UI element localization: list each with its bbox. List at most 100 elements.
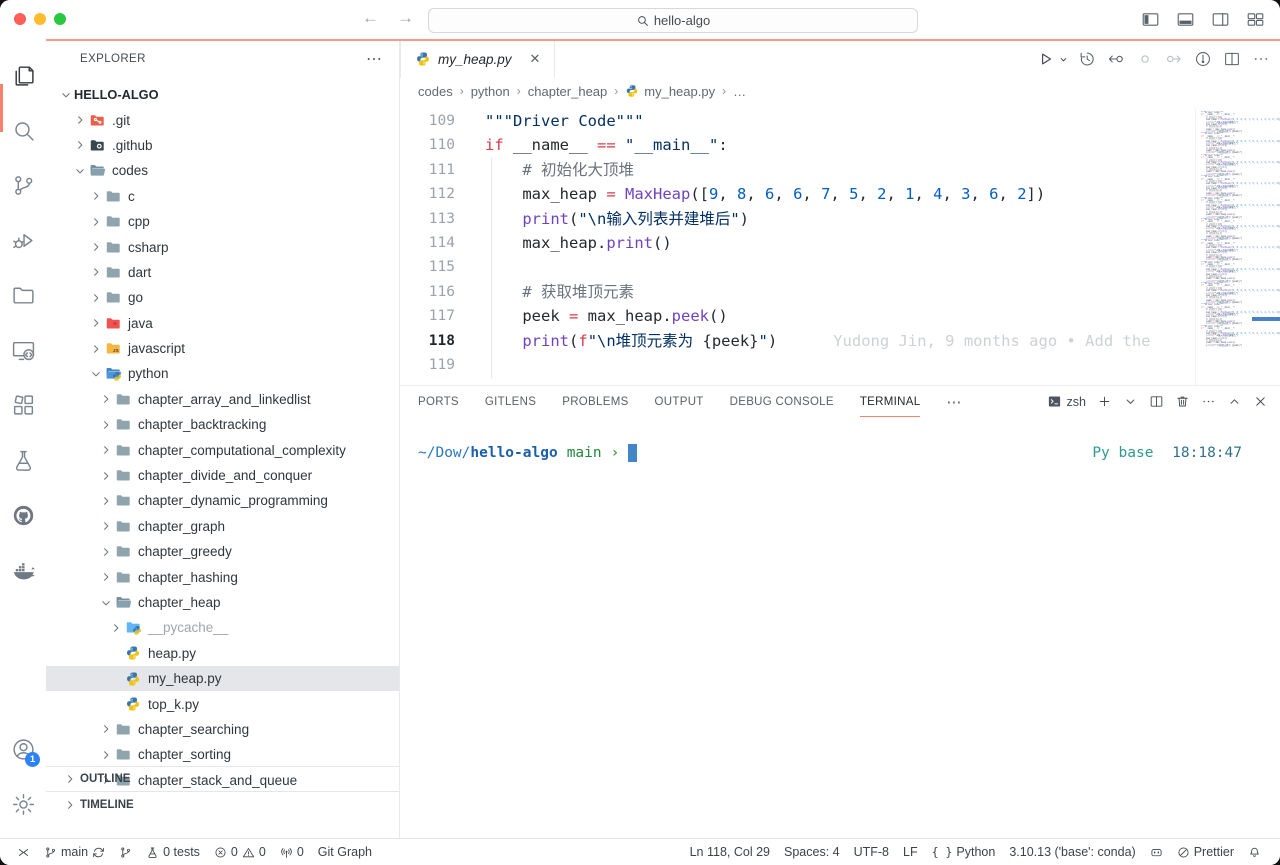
activity-bar-item-settings[interactable] xyxy=(0,777,46,832)
breadcrumb-item-chapter-heap[interactable]: chapter_heap xyxy=(528,84,608,99)
tree-item-top-k-py[interactable]: top_k.py xyxy=(46,691,399,716)
chevron-down-icon[interactable] xyxy=(1058,54,1069,65)
status-indentation[interactable]: Spaces: 4 xyxy=(777,841,847,863)
run-python-file-button[interactable] xyxy=(1035,48,1069,70)
code-line-110[interactable]: 110if __name__ == "__main__": xyxy=(400,133,1280,157)
tree-item-chapter-sorting[interactable]: chapter_sorting xyxy=(46,742,399,767)
tree-item-java[interactable]: java xyxy=(46,311,399,336)
panel-tab-problems[interactable]: PROBLEMS xyxy=(562,386,628,417)
tree-item-dart[interactable]: dart xyxy=(46,260,399,285)
code-line-119[interactable]: 119 xyxy=(400,353,1280,377)
status-branch-status[interactable]: main xyxy=(37,841,112,863)
tree-item-cpp[interactable]: cpp xyxy=(46,209,399,234)
toggle-primary-sidebar-button[interactable] xyxy=(1140,9,1161,30)
minimize-window-button[interactable] xyxy=(34,13,46,25)
gitlens-commit-graph-button[interactable] xyxy=(1192,48,1214,70)
status-language-mode[interactable]: { }Python xyxy=(925,841,1003,863)
tree-item--github[interactable]: .github xyxy=(46,133,399,158)
minimap[interactable]: """Driver Code"""if __name__ == "__main_… xyxy=(1195,109,1280,385)
tree-item-chapter-graph[interactable]: chapter_graph xyxy=(46,514,399,539)
code-line-117[interactable]: 117 peek = max_heap.peek() xyxy=(400,304,1280,328)
tree-item-root[interactable]: HELLO-ALGO xyxy=(46,82,399,107)
status-remote-indicator[interactable] xyxy=(10,841,37,863)
close-panel-button[interactable] xyxy=(1253,394,1268,409)
tree-item-go[interactable]: go xyxy=(46,285,399,310)
navigate-back-button[interactable]: ← xyxy=(362,8,379,28)
code-editor[interactable]: 109"""Driver Code"""110if __name__ == "_… xyxy=(400,104,1280,385)
activity-bar-item-search[interactable] xyxy=(0,103,46,158)
activity-bar-item-docker[interactable] xyxy=(0,543,46,598)
tree-item-javascript[interactable]: JSjavascript xyxy=(46,336,399,361)
panel-tab-output[interactable]: OUTPUT xyxy=(655,386,704,417)
tree-item-chapter-heap[interactable]: chapter_heap xyxy=(46,590,399,615)
outline-section[interactable]: OUTLINE xyxy=(46,766,399,791)
activity-bar-item-project-manager[interactable] xyxy=(0,268,46,323)
command-center-search[interactable]: hello-algo xyxy=(428,8,918,33)
toggle-secondary-sidebar-button[interactable] xyxy=(1210,9,1231,30)
tree-item-c[interactable]: c xyxy=(46,184,399,209)
code-line-115[interactable]: 115 xyxy=(400,255,1280,279)
panel-tabs-more[interactable]: ⋯ xyxy=(946,393,962,411)
activity-bar-item-source-control[interactable] xyxy=(0,158,46,213)
tree-item-chapter-dynamic-programming[interactable]: chapter_dynamic_programming xyxy=(46,488,399,513)
status-copilot[interactable] xyxy=(1143,841,1170,863)
status-encoding[interactable]: UTF-8 xyxy=(847,841,896,863)
split-terminal-button[interactable] xyxy=(1149,394,1164,409)
tree-item-chapter-hashing[interactable]: chapter_hashing xyxy=(46,564,399,589)
panel-tab-ports[interactable]: PORTS xyxy=(418,386,459,417)
terminal[interactable]: ~/Dow/hello-algo main › Py base 18:18:47 xyxy=(400,417,1280,838)
customize-layout-button[interactable] xyxy=(1245,9,1266,30)
code-line-116[interactable]: 116 # 获取堆顶元素 xyxy=(400,280,1280,304)
tree-item-chapter-divide-and-conquer[interactable]: chapter_divide_and_conquer xyxy=(46,463,399,488)
activity-bar-item-github[interactable] xyxy=(0,488,46,543)
tree-item-chapter-computational-complexity[interactable]: chapter_computational_complexity xyxy=(46,437,399,462)
zoom-window-button[interactable] xyxy=(54,13,66,25)
code-line-118[interactable]: 118 print(f"\n堆顶元素为 {peek}")Yudong Jin, … xyxy=(400,329,1280,353)
status-cursor-position[interactable]: Ln 118, Col 29 xyxy=(683,841,777,863)
tree-item-my-heap-py[interactable]: my_heap.py xyxy=(46,666,399,691)
play-icon[interactable] xyxy=(1035,48,1057,70)
status-eol[interactable]: LF xyxy=(896,841,925,863)
close-tab-icon[interactable]: ✕ xyxy=(526,50,544,68)
activity-bar-item-explorer[interactable] xyxy=(0,48,46,103)
code-line-114[interactable]: 114 max_heap.print() xyxy=(400,231,1280,255)
activity-bar-item-run-and-debug[interactable] xyxy=(0,213,46,268)
more-actions-button[interactable] xyxy=(1250,48,1272,70)
tab-my-heap-py[interactable]: my_heap.py ✕ xyxy=(400,40,555,78)
explorer-more-actions[interactable]: ⋯ xyxy=(366,49,383,69)
panel-more-actions-button[interactable] xyxy=(1201,394,1216,409)
status-test-status[interactable]: 0 tests xyxy=(139,841,207,863)
status-prettier[interactable]: Prettier xyxy=(1170,841,1241,863)
close-window-button[interactable] xyxy=(14,13,26,25)
tree-item-chapter-greedy[interactable]: chapter_greedy xyxy=(46,539,399,564)
breadcrumb-item-my-heap-py[interactable]: my_heap.py xyxy=(625,84,715,99)
code-line-111[interactable]: 111 # 初始化大顶堆 xyxy=(400,158,1280,182)
split-editor-button[interactable] xyxy=(1221,48,1243,70)
panel-tab-debug-console[interactable]: DEBUG CONSOLE xyxy=(730,386,834,417)
status-git-graph-branch[interactable] xyxy=(112,841,139,863)
kill-terminal-button[interactable] xyxy=(1175,394,1190,409)
gitlens-file-history-button[interactable] xyxy=(1076,48,1098,70)
status-git-graph[interactable]: Git Graph xyxy=(311,841,379,863)
panel-tab-gitlens[interactable]: GITLENS xyxy=(485,386,536,417)
status-notifications[interactable] xyxy=(1241,841,1268,863)
terminal-dropdown-button[interactable] xyxy=(1123,394,1138,409)
activity-bar-item-accounts[interactable]: 1 xyxy=(0,722,46,777)
activity-bar-item-remote-explorer[interactable] xyxy=(0,323,46,378)
breadcrumb-item--[interactable]: … xyxy=(733,84,746,99)
toggle-panel-button[interactable] xyxy=(1175,9,1196,30)
tree-item--pycache-[interactable]: __pycache__ xyxy=(46,615,399,640)
tree-item-heap-py[interactable]: heap.py xyxy=(46,641,399,666)
status-python-interpreter[interactable]: 3.10.13 ('base': conda) xyxy=(1002,841,1142,863)
tree-item-csharp[interactable]: csharp xyxy=(46,234,399,259)
tree-item-codes[interactable]: codes xyxy=(46,158,399,183)
panel-tab-terminal[interactable]: TERMINAL xyxy=(860,386,921,417)
tree-item-python[interactable]: python xyxy=(46,361,399,386)
activity-bar-item-extensions[interactable] xyxy=(0,378,46,433)
code-line-109[interactable]: 109"""Driver Code""" xyxy=(400,109,1280,133)
terminal-shell-button[interactable]: zsh xyxy=(1047,394,1086,409)
tree-item-chapter-searching[interactable]: chapter_searching xyxy=(46,717,399,742)
navigate-forward-button[interactable]: → xyxy=(397,8,414,28)
status-forwarded-ports[interactable]: 0 xyxy=(273,841,311,863)
activity-bar-item-testing[interactable] xyxy=(0,433,46,488)
